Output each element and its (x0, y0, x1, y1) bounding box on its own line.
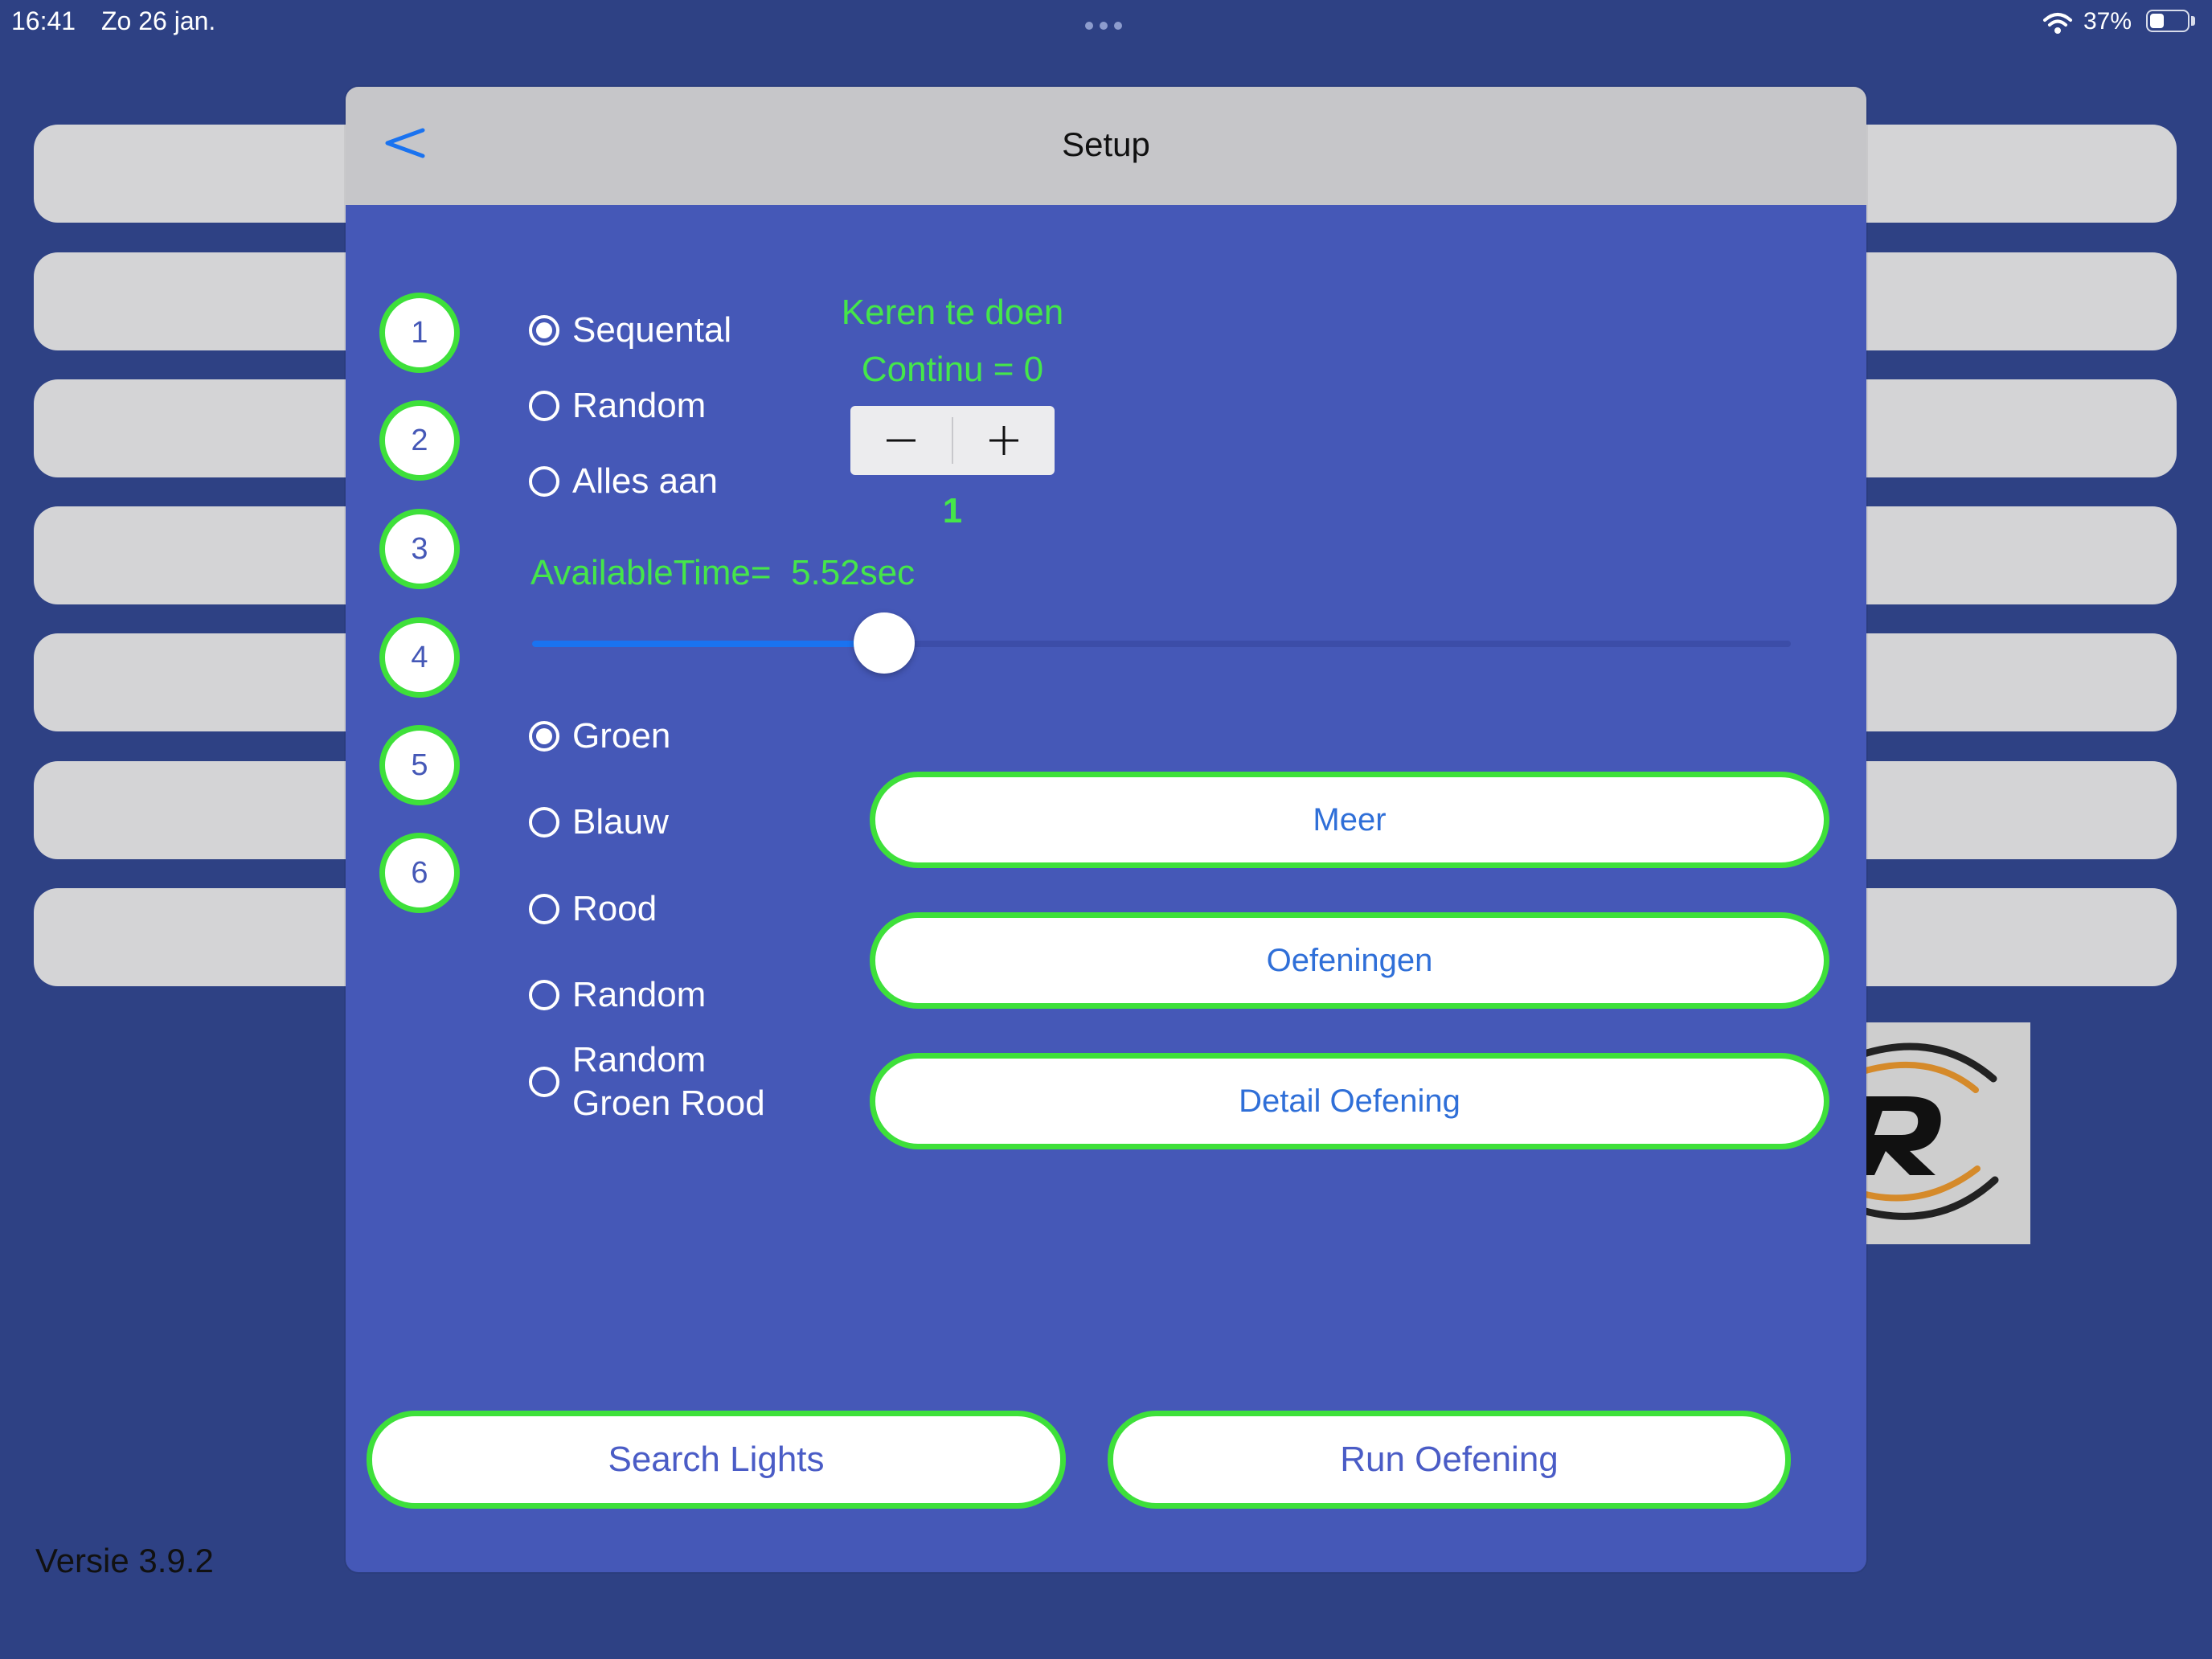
radio-selected-icon (529, 315, 559, 346)
color-radio-random[interactable]: Random (529, 973, 706, 1017)
radio-label: Blauw (572, 802, 669, 842)
light-button-5[interactable]: 5 (379, 725, 460, 805)
radio-unselected-icon (529, 894, 559, 924)
time-slider-fill (532, 641, 884, 647)
radio-label-line1: Random (572, 1040, 707, 1079)
mode-radio-alles-aan[interactable]: Alles aan (529, 460, 718, 503)
color-radio-groen[interactable]: Groen (529, 715, 670, 758)
plus-icon (989, 426, 1018, 455)
radio-label: Rood (572, 889, 657, 928)
light-button-3[interactable]: 3 (379, 509, 460, 589)
radio-label: Alles aan (572, 461, 719, 501)
radio-unselected-icon (529, 391, 559, 421)
repeat-stepper[interactable] (850, 406, 1055, 475)
increment-button[interactable] (953, 406, 1055, 475)
radio-label: Sequental (572, 310, 732, 350)
radio-label: Groen (572, 716, 671, 756)
repeat-label: Keren te doen (841, 293, 1064, 332)
available-time-label: AvailableTime= (530, 553, 772, 592)
status-date: Zo 26 jan. (101, 6, 216, 35)
radio-unselected-icon (529, 807, 559, 838)
setup-dialog: Setup 1 2 3 4 5 6 Sequental Random Alles… (346, 87, 1866, 1572)
dialog-header: Setup (346, 87, 1866, 205)
dialog-title: Setup (1062, 125, 1150, 163)
radio-label-multiline: Random Groen Rood (572, 1038, 765, 1125)
wifi-icon (2043, 13, 2072, 34)
mode-radio-random[interactable]: Random (529, 384, 706, 428)
meer-button[interactable]: Meer (870, 772, 1829, 868)
status-time: 16:41 (11, 6, 76, 35)
oefeningen-button[interactable]: Oefeningen (870, 912, 1829, 1009)
light-button-1[interactable]: 1 (379, 293, 460, 373)
battery-percent: 37% (2083, 8, 2132, 35)
light-button-2[interactable]: 2 (379, 400, 460, 481)
repeat-value: 1 (942, 491, 963, 530)
light-button-4[interactable]: 4 (379, 617, 460, 698)
color-radio-blauw[interactable]: Blauw (529, 801, 669, 844)
radio-label: Random (572, 386, 707, 425)
battery-icon (2146, 10, 2189, 32)
available-time-value: 5.52sec (791, 553, 916, 592)
multitasking-dots-icon[interactable] (1082, 19, 1125, 34)
minus-icon (887, 439, 916, 442)
status-bar: 16:41 Zo 26 jan. 37% (0, 0, 2212, 45)
radio-label: Random (572, 975, 707, 1014)
run-oefening-button[interactable]: Run Oefening (1108, 1411, 1791, 1509)
repeat-hint: Continu = 0 (861, 350, 1044, 389)
version-label: Versie 3.9.2 (35, 1542, 214, 1579)
detail-oefening-button[interactable]: Detail Oefening (870, 1053, 1829, 1149)
radio-unselected-icon (529, 1067, 559, 1097)
radio-label-line2: Groen Rood (572, 1083, 765, 1123)
decrement-button[interactable] (850, 406, 952, 475)
light-button-6[interactable]: 6 (379, 833, 460, 913)
radio-selected-icon (529, 721, 559, 752)
time-slider-thumb[interactable] (854, 612, 915, 674)
color-radio-random-groen-rood[interactable]: Random Groen Rood (529, 1038, 765, 1125)
mode-radio-sequental[interactable]: Sequental (529, 309, 731, 352)
available-time: AvailableTime= 5.52sec (530, 553, 915, 593)
color-radio-rood[interactable]: Rood (529, 887, 657, 931)
radio-unselected-icon (529, 466, 559, 497)
search-lights-button[interactable]: Search Lights (367, 1411, 1066, 1509)
battery-cap (2191, 16, 2195, 26)
radio-unselected-icon (529, 980, 559, 1010)
